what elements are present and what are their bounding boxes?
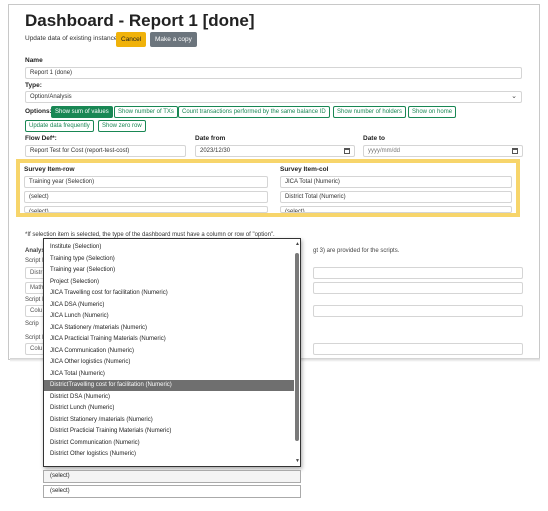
date-to-label: Date to (363, 135, 386, 142)
survey-item-row-label: Survey Item-row (24, 166, 75, 173)
script-field-right-3[interactable] (313, 305, 523, 317)
date-from-label: Date from (195, 135, 226, 142)
script-field-right-1[interactable] (313, 267, 523, 279)
dropdown-option[interactable]: District Other logistics (Numeric) (44, 449, 294, 460)
dropdown-option[interactable]: Project (Selection) (44, 277, 294, 288)
dropdown-option[interactable]: Training type (Selection) (44, 254, 294, 265)
dropdown-option[interactable]: District DSA (Numeric) (44, 392, 294, 403)
dropdown-option[interactable]: JICA DSA (Numeric) (44, 300, 294, 311)
option-show-zero-row[interactable]: Show zero row (98, 120, 146, 132)
cancel-button[interactable]: Cancel (116, 32, 147, 47)
dropdown-option[interactable]: Institute (Selection) (44, 242, 294, 253)
page-subtitle: Update data of existing instance. (25, 35, 120, 42)
survey-row-select-2[interactable]: (select) (24, 191, 268, 203)
scroll-down-arrow-icon[interactable]: ▼ (295, 458, 300, 464)
option-show-number-of-txs[interactable]: Show number of TXs (114, 106, 178, 118)
option-update-data-frequently[interactable]: Update data frequently (25, 120, 94, 132)
flow-def-field[interactable]: Report Test for Cost (report-test-cost) (25, 145, 186, 157)
date-from-value: 2023/12/30 (200, 148, 231, 154)
scroll-up-arrow-icon[interactable]: ▲ (295, 241, 300, 247)
flow-def-label: Flow Def*: (25, 135, 57, 142)
dropdown-option[interactable]: JICA Travelling cost for facilitation (N… (44, 288, 294, 299)
scripts-hint-text: gt 3) are provided for the scripts. (313, 248, 400, 254)
type-label: Type: (25, 82, 42, 89)
option-count-transactions-same-balance-id[interactable]: Count transactions performed by the same… (178, 106, 330, 118)
page-title: Dashboard - Report 1 [done] (25, 11, 255, 30)
select-field-below[interactable]: (select) (43, 485, 301, 498)
script-label-3: Scrip (25, 321, 39, 327)
script-field-right-4[interactable] (313, 343, 523, 355)
survey-col-select-2[interactable]: District Total (Numeric) (280, 191, 512, 203)
name-label: Name (25, 57, 43, 64)
survey-row-select-1[interactable]: Training year (Selection) (24, 176, 268, 188)
options-label: Options: (25, 108, 52, 115)
dropdown-option[interactable]: JICA Total (Numeric) (44, 369, 294, 380)
survey-item-dropdown-list[interactable]: Institute (Selection) Training type (Sele… (43, 238, 301, 467)
option-show-number-of-holders[interactable]: Show number of holders (333, 106, 407, 118)
calendar-icon[interactable] (344, 148, 350, 154)
name-field[interactable]: Report 1 (done) (25, 67, 522, 79)
option-show-sum-of-values[interactable]: Show sum of values (51, 106, 113, 118)
dropdown-option[interactable]: JICA Lunch (Numeric) (44, 311, 294, 322)
dropdown-option[interactable]: Training year (Selection) (44, 265, 294, 276)
date-from-field[interactable]: 2023/12/30 (195, 145, 355, 157)
dropdown-option[interactable]: JICA Communication (Numeric) (44, 346, 294, 357)
dropdown-current-select[interactable]: (select) (43, 470, 301, 483)
option-show-on-home[interactable]: Show on home (408, 106, 457, 118)
type-select-value: Option/Analysis (30, 94, 72, 100)
dropdown-scrollbar[interactable] (295, 253, 299, 441)
calendar-icon[interactable] (512, 148, 518, 154)
make-copy-button[interactable]: Make a copy (150, 32, 197, 47)
dropdown-option[interactable]: District Communication (Numeric) (44, 438, 294, 449)
script-label: Script I (25, 258, 44, 264)
dropdown-option[interactable]: JICA Practicial Training Materials (Nume… (44, 334, 294, 345)
script-field-right-2[interactable] (313, 282, 523, 294)
type-select[interactable]: Option/Analysis ⌄ (25, 91, 522, 103)
dropdown-option[interactable]: DistrictTravelling cost for facilitation… (44, 380, 294, 391)
date-to-placeholder: yyyy/mm/dd (368, 148, 401, 154)
dropdown-option[interactable]: District Lunch (Numeric) (44, 403, 294, 414)
survey-item-col-label: Survey Item-col (280, 166, 329, 173)
survey-col-select-3[interactable]: (select) (280, 206, 512, 213)
date-to-field[interactable]: yyyy/mm/dd (363, 145, 523, 157)
survey-row-select-3[interactable]: (select) (24, 206, 268, 213)
dropdown-option[interactable]: JICA Other logistics (Numeric) (44, 357, 294, 368)
script-label-2: Script I (25, 297, 44, 303)
script-label-4: Script I (25, 335, 44, 341)
survey-col-select-1[interactable]: JICA Total (Numeric) (280, 176, 512, 188)
analysis-label: Analys (25, 248, 45, 254)
dropdown-option[interactable]: District Stationery /materials (Numeric) (44, 415, 294, 426)
survey-items-highlight: Survey Item-row Training year (Selection… (16, 159, 520, 217)
chevron-down-icon: ⌄ (511, 93, 517, 100)
dropdown-option[interactable]: District Practicial Training Materials (… (44, 426, 294, 437)
dropdown-option[interactable]: JICA Stationery /materials (Numeric) (44, 323, 294, 334)
